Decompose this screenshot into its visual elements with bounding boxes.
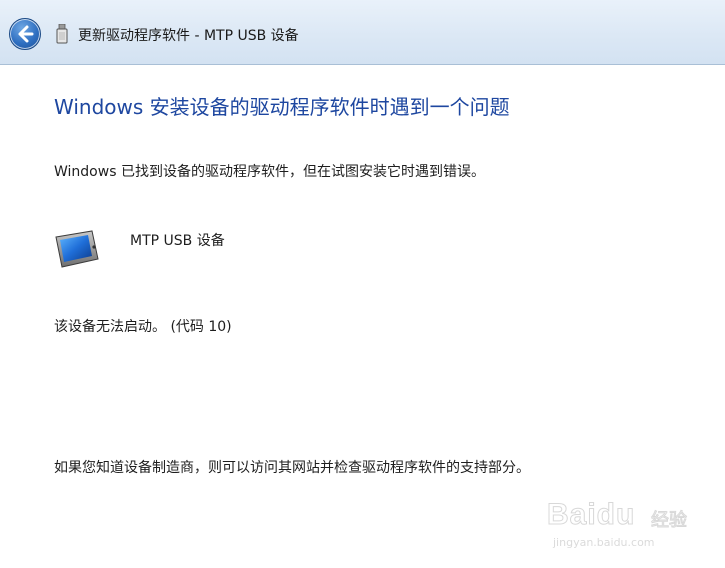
page-heading: Windows 安装设备的驱动程序软件时遇到一个问题	[54, 95, 510, 119]
title-bar: 更新驱动程序软件 - MTP USB 设备	[0, 0, 725, 65]
advice-message: 如果您知道设备制造商，则可以访问其网站并检查驱动程序软件的支持部分。	[54, 460, 530, 476]
watermark: Baidu 经验 jingyan.baidu.com	[546, 494, 707, 554]
usb-device-icon	[56, 24, 68, 44]
watermark-brand: Baidu	[546, 498, 636, 532]
back-button[interactable]	[9, 18, 41, 50]
status-message: 该设备无法启动。 (代码 10)	[54, 319, 232, 335]
watermark-url: jingyan.baidu.com	[553, 536, 655, 549]
window-title: 更新驱动程序软件 - MTP USB 设备	[78, 28, 299, 44]
watermark-sub: 经验	[651, 510, 688, 532]
device-name: MTP USB 设备	[130, 233, 225, 249]
portable-device-icon	[55, 230, 99, 268]
error-message: Windows 已找到设备的驱动程序软件，但在试图安装它时遇到错误。	[54, 164, 485, 180]
dialog-content: Windows 安装设备的驱动程序软件时遇到一个问题 Windows 已找到设备…	[0, 65, 725, 568]
back-arrow-icon	[18, 25, 34, 43]
